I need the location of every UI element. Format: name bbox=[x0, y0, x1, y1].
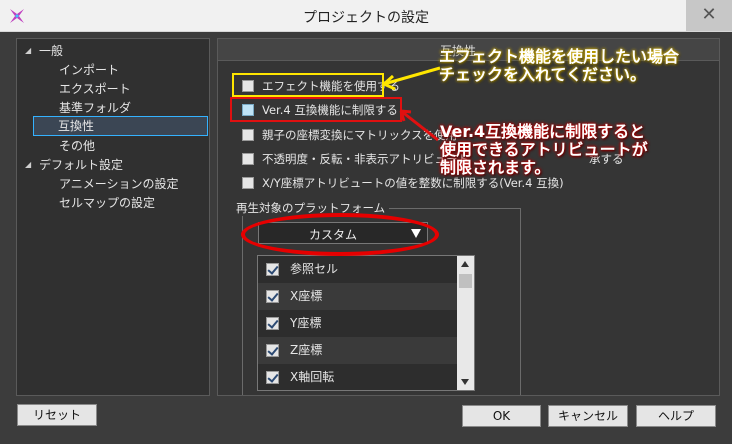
checkbox-checked[interactable] bbox=[266, 290, 279, 303]
list-item[interactable]: 参照セル bbox=[258, 256, 458, 283]
tree-item-animation-settings[interactable]: アニメーションの設定 bbox=[59, 175, 179, 193]
tree-item-default-settings[interactable]: ◢ デフォルト設定 bbox=[25, 156, 123, 174]
checkbox-matrix-transform[interactable] bbox=[242, 129, 254, 141]
checkbox-integer-xy[interactable] bbox=[242, 177, 254, 189]
checkbox-checked[interactable] bbox=[266, 371, 279, 384]
title-bar: プロジェクトの設定 ✕ bbox=[0, 0, 732, 32]
scroll-down-arrow-icon[interactable] bbox=[457, 373, 474, 390]
reset-button[interactable]: リセット bbox=[17, 404, 97, 426]
annotation-highlight-yellow bbox=[232, 73, 384, 97]
scroll-up-arrow-icon[interactable] bbox=[457, 256, 474, 273]
list-item[interactable]: X軸回転 bbox=[258, 364, 458, 390]
ok-button[interactable]: OK bbox=[462, 405, 541, 427]
list-item[interactable]: Y座標 bbox=[258, 310, 458, 337]
expand-arrow-icon[interactable]: ◢ bbox=[25, 156, 39, 174]
tree-item-export[interactable]: エクスポート bbox=[59, 80, 131, 98]
tree-item-other[interactable]: その他 bbox=[59, 137, 95, 155]
close-button[interactable]: ✕ bbox=[686, 0, 732, 31]
scroll-thumb[interactable] bbox=[459, 274, 472, 288]
checkbox-inherit-attributes[interactable] bbox=[242, 153, 254, 165]
attribute-list[interactable]: 参照セル X座標 Y座標 Z座標 X軸回転 bbox=[257, 255, 475, 391]
option-matrix-transform[interactable]: 親子の座標変換にマトリックスを使用 bbox=[242, 126, 457, 144]
expand-arrow-icon[interactable]: ◢ bbox=[25, 42, 39, 60]
attribute-list-scrollbar[interactable] bbox=[457, 256, 474, 390]
annotation-highlight-red bbox=[230, 97, 402, 122]
cancel-button[interactable]: キャンセル bbox=[548, 405, 628, 427]
list-item[interactable]: X座標 bbox=[258, 283, 458, 310]
checkbox-checked[interactable] bbox=[266, 263, 279, 276]
tree-item-cellmap-settings[interactable]: セルマップの設定 bbox=[59, 194, 155, 212]
annotation-note-red: Ver.4互換機能に制限すると 使用できるアトリビュートが 制限されます。 bbox=[440, 122, 648, 177]
help-button[interactable]: ヘルプ bbox=[636, 405, 716, 427]
annotation-ellipse-red bbox=[241, 213, 439, 256]
checkbox-checked[interactable] bbox=[266, 317, 279, 330]
settings-tree: ◢ 一般 インポート エクスポート 基準フォルダ 互換性 その他 ◢ デフォルト設定… bbox=[16, 38, 210, 396]
tree-item-general[interactable]: ◢ 一般 bbox=[25, 42, 63, 60]
tree-item-base-folder[interactable]: 基準フォルダ bbox=[59, 99, 131, 117]
window-title: プロジェクトの設定 bbox=[303, 10, 429, 26]
list-item[interactable]: Z座標 bbox=[258, 337, 458, 364]
checkbox-checked[interactable] bbox=[266, 344, 279, 357]
tree-item-compatibility[interactable]: 互換性 bbox=[33, 116, 208, 136]
annotation-note-yellow: エフェクト機能を使用したい場合 チェックを入れてください。 bbox=[439, 47, 680, 84]
tree-item-import[interactable]: インポート bbox=[59, 61, 119, 79]
